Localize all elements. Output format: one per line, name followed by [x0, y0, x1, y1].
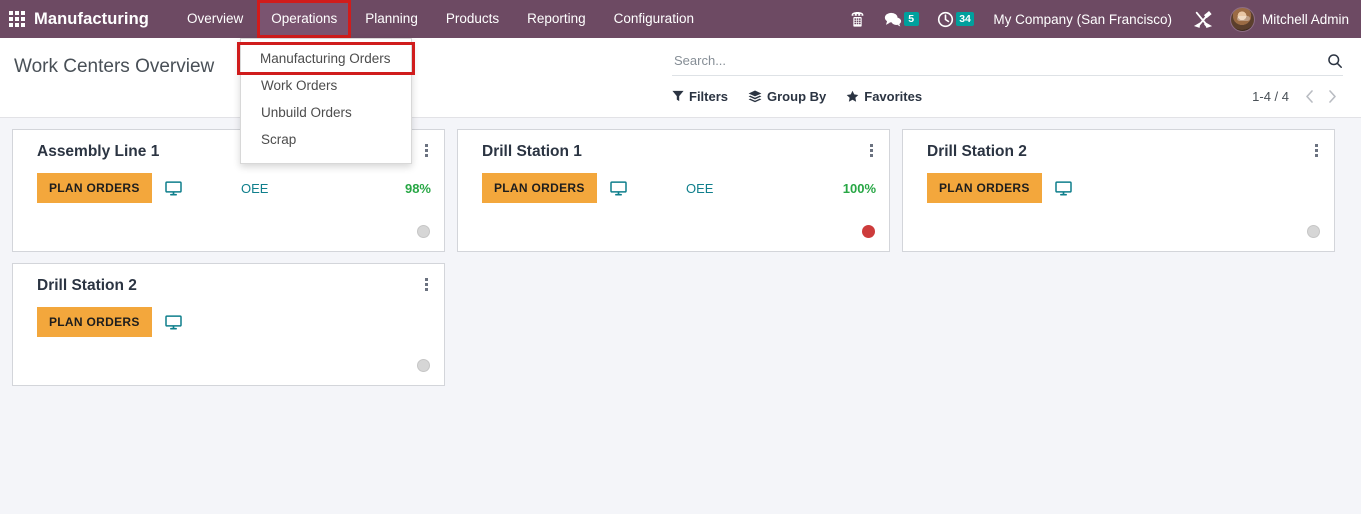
kebab-menu-icon[interactable]	[419, 141, 433, 159]
control-panel: Work Centers Overview Filters	[0, 38, 1361, 118]
oee-section: OEE 100%	[686, 181, 876, 196]
messages-icon[interactable]: 5	[875, 0, 928, 38]
oee-value: 98%	[404, 180, 431, 196]
status-indicator-dot	[417, 225, 430, 238]
dropdown-item-unbuild-orders[interactable]: Unbuild Orders	[241, 99, 411, 126]
work-center-name: Drill Station 2	[927, 143, 1027, 160]
messages-badge: 5	[903, 12, 919, 26]
user-name: Mitchell Admin	[1261, 11, 1349, 27]
work-centers-kanban: Assembly Line 1 PLAN ORDERS OEE 98% Drill St…	[0, 118, 1361, 397]
monitor-icon[interactable]	[164, 180, 182, 196]
menu-item-overview[interactable]: Overview	[173, 0, 257, 38]
group-by-label: Group By	[767, 88, 827, 104]
plan-orders-button[interactable]: PLAN ORDERS	[37, 173, 152, 203]
oee-label[interactable]: OEE	[686, 181, 713, 196]
dropdown-item-scrap[interactable]: Scrap	[241, 126, 411, 153]
company-switcher[interactable]: My Company (San Francisco)	[983, 12, 1184, 27]
operations-dropdown-menu: Manufacturing Orders Work Orders Unbuild O…	[237, 38, 415, 164]
filters-label: Filters	[689, 88, 729, 104]
status-indicator-dot	[862, 225, 875, 238]
card-body: PLAN ORDERS	[927, 173, 1321, 203]
work-center-card[interactable]: Drill Station 1 PLAN ORDERS OEE 100%	[457, 129, 890, 252]
oee-section: OEE 98%	[241, 181, 431, 196]
pager-range: 1-4 / 4	[1252, 88, 1289, 104]
menu-item-planning[interactable]: Planning	[351, 0, 432, 38]
wrench-screwdriver-icon[interactable]	[1184, 0, 1222, 38]
group-by-button[interactable]: Group By	[748, 89, 826, 104]
menu-item-configuration[interactable]: Configuration	[600, 0, 708, 38]
plan-orders-button[interactable]: PLAN ORDERS	[482, 173, 597, 203]
main-menu: Overview Operations Planning Products Report…	[173, 0, 708, 38]
app-brand-manufacturing[interactable]: Manufacturing	[34, 10, 155, 29]
work-center-name: Drill Station 2	[37, 277, 137, 294]
apps-grid-icon[interactable]	[0, 0, 34, 38]
card-body: PLAN ORDERS OEE 98%	[37, 173, 431, 203]
monitor-icon[interactable]	[1054, 180, 1072, 196]
telephone-icon[interactable]	[840, 0, 875, 38]
dropdown-item-manufacturing-orders[interactable]: Manufacturing Orders	[237, 42, 415, 75]
work-center-card[interactable]: Drill Station 2 PLAN ORDERS	[12, 263, 445, 386]
work-center-card[interactable]: Drill Station 2 PLAN ORDERS	[902, 129, 1335, 252]
chevron-right-icon[interactable]	[1322, 84, 1343, 108]
work-center-name: Drill Station 1	[482, 143, 582, 160]
activity-badge: 34	[955, 12, 975, 26]
card-body: PLAN ORDERS OEE 100%	[482, 173, 876, 203]
oee-label[interactable]: OEE	[241, 181, 268, 196]
user-menu[interactable]: Mitchell Admin	[1222, 6, 1349, 32]
plan-orders-button[interactable]: PLAN ORDERS	[37, 307, 152, 337]
status-indicator-dot	[417, 359, 430, 372]
menu-item-operations[interactable]: Operations	[257, 0, 352, 38]
top-navbar: Manufacturing Overview Operations Planning…	[0, 0, 1361, 38]
search-input[interactable]	[672, 53, 1321, 68]
plan-orders-button[interactable]: PLAN ORDERS	[927, 173, 1042, 203]
monitor-icon[interactable]	[609, 180, 627, 196]
favorites-button[interactable]: Favorites	[846, 89, 922, 104]
favorites-label: Favorites	[864, 88, 923, 104]
monitor-icon[interactable]	[164, 314, 182, 330]
oee-value: 100%	[842, 180, 876, 196]
control-panel-tools: Filters Group By Favorites 1-4 / 4	[672, 81, 1343, 111]
search-bar	[672, 46, 1343, 76]
kebab-menu-icon[interactable]	[419, 275, 433, 293]
dropdown-item-work-orders[interactable]: Work Orders	[241, 72, 411, 99]
navbar-right-tools: 5 34 My Company (San Francisco) Mitchell…	[840, 0, 1361, 38]
clock-activity-icon[interactable]: 34	[928, 0, 984, 38]
control-panel-right: Filters Group By Favorites 1-4 / 4	[660, 38, 1361, 117]
kebab-menu-icon[interactable]	[1309, 141, 1323, 159]
search-icon[interactable]	[1321, 53, 1343, 69]
status-indicator-dot	[1307, 225, 1320, 238]
chevron-left-icon[interactable]	[1299, 84, 1320, 108]
card-body: PLAN ORDERS	[37, 307, 431, 337]
avatar	[1229, 6, 1255, 32]
filters-button[interactable]: Filters	[672, 89, 728, 104]
kebab-menu-icon[interactable]	[864, 141, 878, 159]
pager: 1-4 / 4	[1252, 84, 1343, 108]
menu-item-reporting[interactable]: Reporting	[513, 0, 600, 38]
menu-item-products[interactable]: Products	[432, 0, 513, 38]
